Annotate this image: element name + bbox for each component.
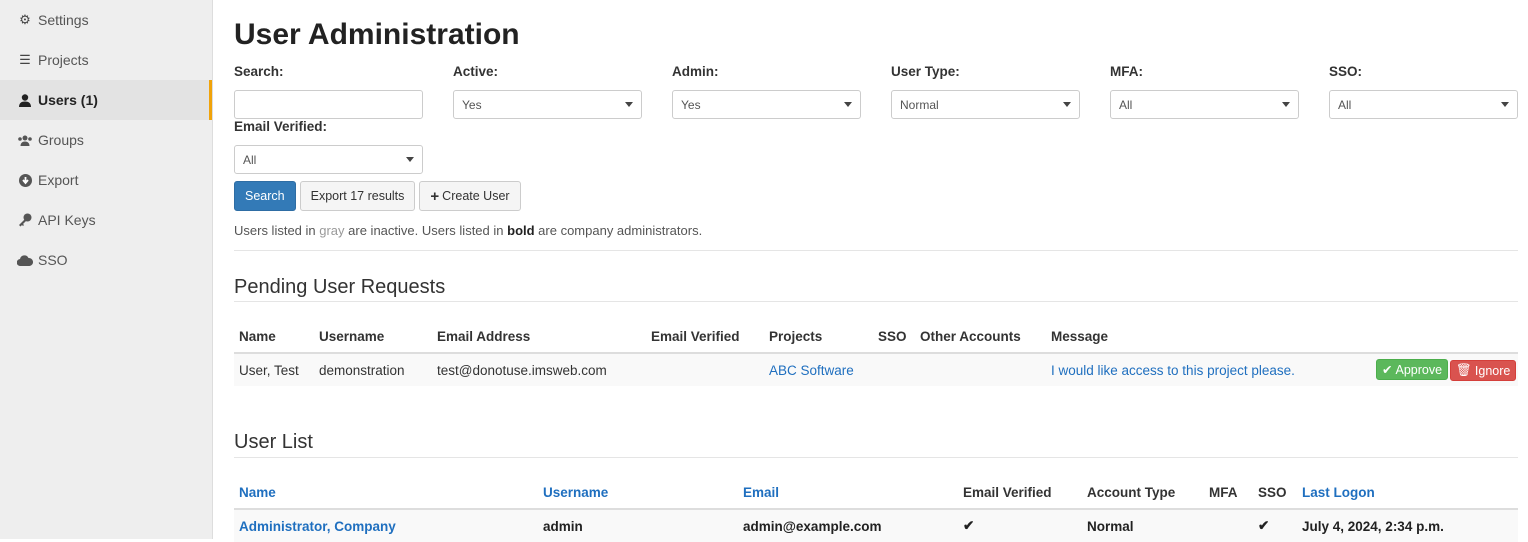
email-verified-select[interactable]: All [234,145,423,174]
pending-requests-table: Name Username Email Address Email Verifi… [234,321,1518,386]
key-icon [16,213,34,227]
col-username: Username [314,321,432,354]
col-message: Message [1046,321,1371,354]
caret-down-icon [844,102,852,107]
sidebar-item-projects[interactable]: ☰ Projects [0,40,212,80]
cell-message: I would like access to this project plea… [1051,362,1295,378]
create-user-button[interactable]: + Create User [419,181,521,211]
col-email-verified: Email Verified [958,477,1082,510]
search-input[interactable] [234,90,423,119]
caret-down-icon [625,102,633,107]
sort-last-logon[interactable]: Last Logon [1302,485,1375,500]
user-icon [16,93,34,107]
caret-down-icon [1501,102,1509,107]
check-icon: ✔ [963,518,975,533]
table-row: Administrator, Company admin admin@examp… [234,509,1518,542]
cell-email-verified [646,353,764,386]
cell-name: User, Test [234,353,314,386]
email-verified-filter: Email Verified: All [234,119,423,174]
trash-icon: 🗑 [1456,363,1472,377]
table-row: User, Test demonstration test@donotuse.i… [234,353,1518,386]
download-icon [16,173,34,187]
sort-name[interactable]: Name [239,485,276,500]
mfa-select[interactable]: All [1110,90,1299,119]
cell-mfa [1204,509,1253,542]
page-title: User Administration [234,18,520,51]
sort-username[interactable]: Username [543,485,608,500]
caret-down-icon [406,157,414,162]
sso-filter: SSO: All [1329,64,1518,119]
approve-button[interactable]: ✔ Approve [1376,359,1449,380]
user-type-select[interactable]: Normal [891,90,1080,119]
sidebar-item-settings[interactable]: ⚙ Settings [0,0,212,40]
col-account-type: Account Type [1082,477,1204,510]
caret-down-icon [1063,102,1071,107]
users-icon [16,135,34,146]
user-list-heading: User List [234,431,313,453]
cell-account-type: Normal [1082,509,1204,542]
divider [234,250,1518,251]
ignore-button[interactable]: 🗑 Ignore [1450,360,1517,381]
col-email-verified: Email Verified [646,321,764,354]
caret-down-icon [1282,102,1290,107]
col-other-accounts: Other Accounts [915,321,1046,354]
search-filter: Search: [234,64,423,119]
active-filter: Active: Yes [453,64,642,119]
col-mfa: MFA [1204,477,1253,510]
cell-username: admin [538,509,738,542]
sidebar-item-export[interactable]: Export [0,160,212,200]
col-sso: SSO [873,321,915,354]
user-name-link[interactable]: Administrator, Company [239,519,396,534]
export-button[interactable]: Export 17 results [299,181,416,211]
legend-note: Users listed in gray are inactive. Users… [234,223,703,238]
active-select[interactable]: Yes [453,90,642,119]
sidebar-item-users[interactable]: Users (1) [0,80,212,120]
admin-filter: Admin: Yes [672,64,861,119]
cell-other-accounts [915,353,1046,386]
divider [234,457,1518,458]
check-icon: ✔ [1382,363,1393,377]
sso-select[interactable]: All [1329,90,1518,119]
sidebar-item-groups[interactable]: Groups [0,120,212,160]
cell-sso [873,353,915,386]
pending-requests-heading: Pending User Requests [234,276,446,298]
cell-email: test@donotuse.imsweb.com [432,353,646,386]
col-projects: Projects [764,321,873,354]
search-button[interactable]: Search [234,181,296,211]
col-name: Name [234,321,314,354]
check-icon: ✔ [1258,518,1270,533]
gears-icon: ⚙ [19,12,31,27]
col-sso: SSO [1253,477,1297,510]
cell-username: demonstration [314,353,432,386]
sidebar-item-sso[interactable]: SSO [0,240,212,280]
user-type-filter: User Type: Normal [891,64,1080,119]
col-email: Email Address [432,321,646,354]
mfa-filter: MFA: All [1110,64,1299,119]
sidebar-item-api-keys[interactable]: API Keys [0,200,212,240]
sort-email[interactable]: Email [743,485,779,500]
user-list-table: Name Username Email Email Verified Accou… [234,477,1518,542]
admin-select[interactable]: Yes [672,90,861,119]
project-link[interactable]: ABC Software [769,363,854,378]
cloud-icon [16,254,34,266]
sidebar: ⚙ Settings ☰ Projects Users (1) Groups Exp… [0,0,213,539]
cell-email: admin@example.com [738,509,958,542]
plus-icon: + [430,187,440,205]
divider [234,301,1518,302]
cell-last-logon: July 4, 2024, 2:34 p.m. [1297,509,1518,542]
list-icon: ☰ [19,52,31,67]
